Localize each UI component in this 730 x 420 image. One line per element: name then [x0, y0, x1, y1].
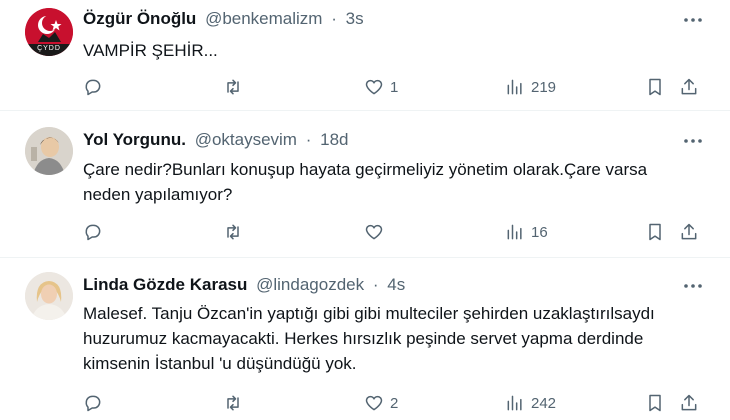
- like-count: 2: [390, 394, 399, 412]
- tweet-actions: 16: [83, 220, 708, 244]
- tweet-actions: 1 219: [83, 75, 708, 99]
- tweet-text: Malesef. Tanju Özcan'in yaptığı gibi gib…: [83, 304, 655, 373]
- views-button[interactable]: 242: [505, 391, 556, 415]
- reply-icon: [85, 224, 101, 241]
- views-button[interactable]: 16: [505, 220, 548, 244]
- reply-button[interactable]: [83, 75, 109, 99]
- timestamp[interactable]: 3s: [346, 9, 364, 28]
- separator-dot: ·: [331, 9, 337, 28]
- views-count: 219: [531, 78, 557, 96]
- tweet-header: Özgür Önoğlu @benkemalizm · 3s: [83, 8, 364, 30]
- user-handle[interactable]: @oktaysevim: [195, 130, 297, 149]
- like-button[interactable]: 1: [364, 75, 398, 99]
- reply-button[interactable]: [83, 391, 109, 415]
- timestamp[interactable]: 18d: [320, 130, 348, 149]
- reply-icon: [85, 395, 101, 412]
- like-button[interactable]: 2: [364, 391, 398, 415]
- bookmark-icon: [649, 78, 661, 96]
- bookmark-icon: [649, 223, 661, 241]
- bookmark-button[interactable]: [645, 75, 665, 99]
- like-icon: [365, 395, 383, 411]
- separator-dot: ·: [372, 275, 379, 294]
- avatar[interactable]: [25, 272, 73, 320]
- retweet-icon: [227, 224, 239, 240]
- tweet-2[interactable]: Yol Yorgunu. @oktaysevim · 18d Çare nedi…: [0, 111, 730, 257]
- bookmark-button[interactable]: [645, 220, 665, 244]
- tweet-header: Linda Gözde Karasu @lindagozdek · 4s: [83, 274, 405, 296]
- avatar-text: ÇYDD: [37, 45, 61, 52]
- retweet-icon: [227, 79, 239, 95]
- display-name[interactable]: Özgür Önoğlu: [83, 9, 196, 28]
- share-button[interactable]: [679, 220, 699, 244]
- avatar[interactable]: ÇYDD: [25, 8, 73, 56]
- tweet-text: VAMPİR ŞEHİR...: [83, 41, 218, 60]
- share-icon: [681, 223, 697, 240]
- more-icon[interactable]: [682, 130, 704, 152]
- bookmark-icon: [649, 394, 661, 412]
- tweet-actions: 2 242: [83, 391, 708, 415]
- bookmark-button[interactable]: [645, 391, 665, 415]
- retweet-button[interactable]: [223, 220, 249, 244]
- views-count: 242: [531, 394, 557, 412]
- views-icon: [507, 79, 522, 95]
- like-icon: [365, 79, 383, 95]
- views-count: 16: [531, 223, 548, 241]
- avatar[interactable]: [25, 127, 73, 175]
- retweet-button[interactable]: [223, 75, 249, 99]
- more-icon[interactable]: [682, 275, 704, 297]
- like-count: 1: [390, 78, 399, 96]
- share-icon: [681, 394, 697, 411]
- separator-dot: ·: [305, 130, 312, 149]
- user-handle[interactable]: @benkemalizm: [205, 9, 322, 28]
- like-icon: [365, 224, 383, 240]
- share-button[interactable]: [679, 391, 699, 415]
- reply-button[interactable]: [83, 220, 109, 244]
- tweet-1[interactable]: ÇYDD Özgür Önoğlu @benkemalizm · 3s VAMP…: [0, 0, 730, 110]
- user-handle[interactable]: @lindagozdek: [256, 275, 364, 294]
- tweet-header: Yol Yorgunu. @oktaysevim · 18d: [83, 129, 349, 151]
- timestamp[interactable]: 4s: [387, 275, 405, 294]
- views-icon: [507, 224, 522, 240]
- more-icon[interactable]: [682, 9, 704, 31]
- share-icon: [681, 78, 697, 95]
- retweet-button[interactable]: [223, 391, 249, 415]
- tweet-text: Çare nedir?Bunları konuşup hayata geçirm…: [83, 160, 648, 204]
- tweet-3[interactable]: Linda Gözde Karasu @lindagozdek · 4s Mal…: [0, 258, 730, 420]
- like-button[interactable]: [364, 220, 390, 244]
- views-icon: [507, 395, 522, 411]
- display-name[interactable]: Yol Yorgunu.: [83, 130, 186, 149]
- display-name[interactable]: Linda Gözde Karasu: [83, 275, 247, 294]
- reply-icon: [85, 79, 101, 96]
- share-button[interactable]: [679, 75, 699, 99]
- retweet-icon: [227, 395, 239, 411]
- views-button[interactable]: 219: [505, 75, 556, 99]
